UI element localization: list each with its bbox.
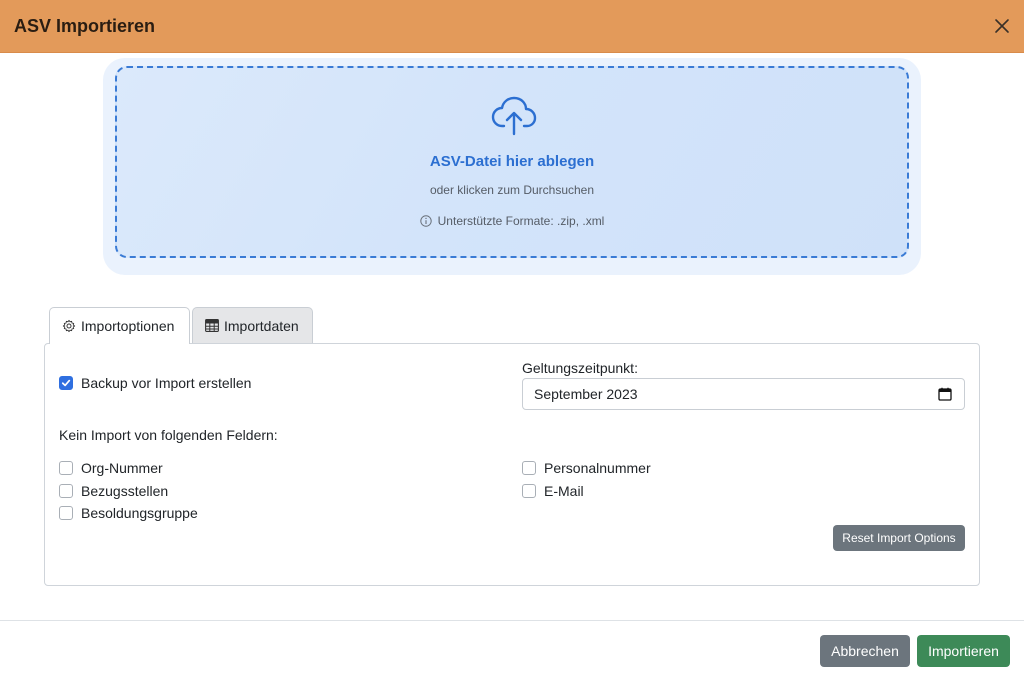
field-label: Org-Nummer	[81, 460, 163, 476]
dropzone-main-text: ASV-Datei hier ablegen	[429, 153, 595, 170]
backup-checkbox-row[interactable]: Backup vor Import erstellen	[59, 375, 251, 391]
validity-date-input[interactable]: September 2023	[522, 378, 965, 410]
field-label: Personalnummer	[544, 460, 651, 476]
close-button[interactable]	[990, 14, 1014, 38]
reset-import-options-button[interactable]: Reset Import Options	[833, 525, 965, 551]
backup-checkbox[interactable]	[59, 376, 73, 390]
dropzone-wrapper: ASV-Datei hier ablegen oder klicken zum …	[103, 58, 921, 275]
field-email-checkbox[interactable]	[522, 484, 536, 498]
exclude-heading: Kein Import von folgenden Feldern:	[59, 427, 278, 443]
cloud-upload-icon	[491, 96, 537, 136]
field-besoldungsgruppe-checkbox[interactable]	[59, 506, 73, 520]
dropzone-formats: Unterstützte Formate: .zip, .xml	[117, 214, 907, 228]
field-besoldungsgruppe-row[interactable]: Besoldungsgruppe	[59, 505, 198, 521]
field-personalnummer-row[interactable]: Personalnummer	[522, 460, 651, 476]
tab-label: Importoptionen	[81, 318, 175, 334]
tab-label: Importdaten	[224, 317, 299, 334]
formats-text: Unterstützte Formate: .zip, .xml	[437, 214, 605, 228]
dialog-title: ASV Importieren	[14, 16, 156, 36]
field-bezugsstellen-checkbox[interactable]	[59, 484, 73, 498]
field-label: E-Mail	[544, 483, 584, 499]
dialog-header: ASV Importieren	[0, 0, 1024, 53]
info-icon	[419, 215, 432, 227]
footer-divider	[0, 620, 1024, 621]
validity-value: September 2023	[534, 386, 638, 402]
backup-label: Backup vor Import erstellen	[81, 375, 252, 391]
field-personalnummer-checkbox[interactable]	[522, 461, 536, 475]
gear-icon	[62, 319, 76, 333]
validity-label: Geltungszeitpunkt:	[522, 360, 638, 376]
field-bezugsstellen-row[interactable]: Bezugsstellen	[59, 483, 168, 499]
field-label: Besoldungsgruppe	[81, 505, 198, 521]
field-org-nummer-row[interactable]: Org-Nummer	[59, 460, 163, 476]
tab-importoptionen[interactable]: Importoptionen	[49, 307, 190, 344]
dropzone-sub-text: oder klicken zum Durchsuchen	[429, 183, 595, 197]
import-button[interactable]: Importieren	[917, 635, 1010, 667]
table-icon	[205, 319, 219, 332]
field-label: Bezugsstellen	[81, 483, 169, 499]
tab-bar: Importoptionen Importdaten	[49, 307, 313, 344]
checkmark-icon	[61, 379, 71, 387]
tab-importdaten[interactable]: Importdaten	[192, 307, 313, 343]
close-icon	[995, 19, 1009, 33]
calendar-icon[interactable]	[938, 387, 952, 401]
cancel-button[interactable]: Abbrechen	[820, 635, 910, 667]
field-org-nummer-checkbox[interactable]	[59, 461, 73, 475]
field-email-row[interactable]: E-Mail	[522, 483, 584, 499]
file-dropzone[interactable]: ASV-Datei hier ablegen oder klicken zum …	[115, 66, 909, 258]
